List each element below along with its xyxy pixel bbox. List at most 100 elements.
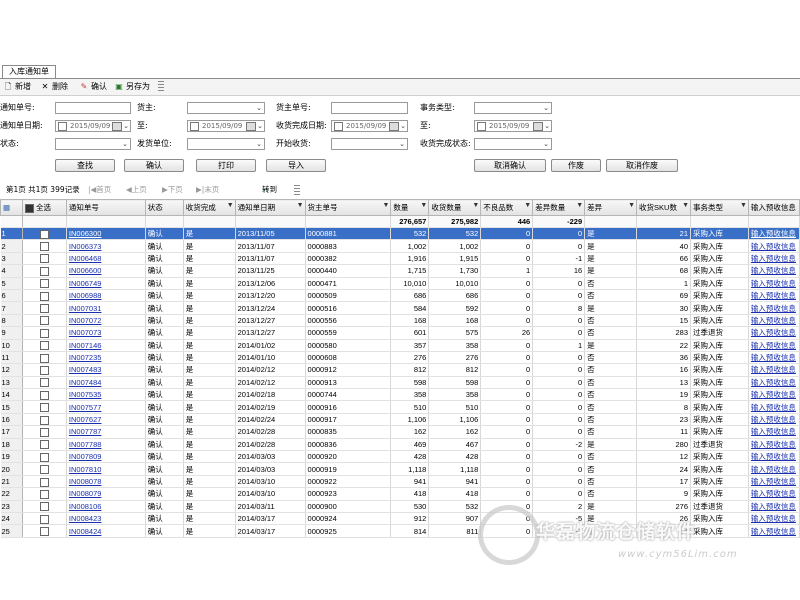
notice-no-link[interactable]: IN008106 bbox=[69, 502, 102, 511]
notice-no-link[interactable]: IN006468 bbox=[69, 254, 102, 263]
row-select-cell[interactable] bbox=[22, 264, 67, 278]
input-prerecv-link[interactable]: 输入预收信息 bbox=[751, 291, 796, 300]
notice-no-link[interactable]: IN007072 bbox=[69, 316, 102, 325]
notice-no-link[interactable]: IN007235 bbox=[69, 353, 102, 362]
row-select-cell[interactable] bbox=[22, 277, 67, 290]
finish-date-from[interactable]: 2015/09/09 ⌄ bbox=[331, 120, 408, 132]
table-row[interactable]: 5 IN006749 确认是 2013/12/06 0000471 10,010 10,01… bbox=[0, 277, 800, 290]
import-button[interactable]: 导入 bbox=[266, 159, 326, 172]
table-row[interactable]: 15 IN007577 确认是 2014/02/19 0000916 510 510 0 0 否 8… bbox=[0, 400, 800, 414]
input-prerecv-link[interactable]: 输入预收信息 bbox=[751, 403, 796, 412]
table-row[interactable]: 21 IN008078 确认是 2014/03/10 0000922 941 941 0 0 否 1… bbox=[0, 475, 800, 489]
search-button[interactable]: 查找 bbox=[55, 159, 115, 172]
delete-button[interactable]: ✕ 删除 bbox=[40, 81, 68, 93]
col-notice-no[interactable]: 通知单号 bbox=[65, 199, 146, 216]
filter-icon[interactable]: ▼ bbox=[227, 202, 234, 209]
row-select-cell[interactable] bbox=[22, 388, 67, 402]
col-diff-qty[interactable]: 差异数量 ▼ bbox=[532, 199, 586, 216]
finish-status-select[interactable]: ⌄ bbox=[474, 138, 552, 150]
start-receive-select[interactable]: ⌄ bbox=[331, 138, 408, 150]
col-diff[interactable]: 差异 ▼ bbox=[584, 199, 638, 216]
cancel-void-button[interactable]: 取消作废 bbox=[606, 159, 678, 172]
owner-select[interactable]: ⌄ bbox=[187, 102, 265, 114]
row-select-cell[interactable] bbox=[22, 400, 67, 414]
row-checkbox[interactable] bbox=[39, 254, 49, 264]
col-recv-done[interactable]: 收货完成 ▼ bbox=[182, 199, 236, 216]
notice-no-link[interactable]: IN008423 bbox=[69, 514, 102, 523]
input-prerecv-link[interactable]: 输入预收信息 bbox=[751, 229, 796, 238]
filter-icon[interactable]: ▼ bbox=[628, 202, 635, 209]
row-select-cell[interactable] bbox=[22, 289, 67, 303]
col-qty[interactable]: 数量 ▼ bbox=[390, 199, 430, 216]
row-select-cell[interactable] bbox=[22, 363, 67, 377]
supplier-select[interactable]: ⌄ bbox=[187, 138, 265, 150]
row-select-cell[interactable] bbox=[22, 475, 67, 489]
row-select-cell[interactable] bbox=[22, 500, 67, 514]
table-row[interactable]: 7 IN007031 确认是 2013/12/24 0000516 584 592 0 8 是 30… bbox=[0, 301, 800, 315]
col-business-type[interactable]: 事务类型 ▼ bbox=[690, 199, 749, 216]
table-row[interactable]: 19 IN007809 确认是 2014/03/03 0000920 428 428 0 0 否 1… bbox=[0, 450, 800, 464]
finish-date-to[interactable]: 2015/09/09 ⌄ bbox=[474, 120, 552, 132]
notice-no-link[interactable]: IN007483 bbox=[69, 365, 102, 374]
input-prerecv-link[interactable]: 输入预收信息 bbox=[751, 415, 796, 424]
notice-no-link[interactable]: IN006600 bbox=[69, 266, 102, 275]
confirm-action-button[interactable]: 确认 bbox=[124, 159, 184, 172]
notice-no-link[interactable]: IN007809 bbox=[69, 452, 102, 461]
input-prerecv-link[interactable]: 输入预收信息 bbox=[751, 328, 796, 337]
input-prerecv-link[interactable]: 输入预收信息 bbox=[751, 304, 796, 313]
row-checkbox[interactable] bbox=[39, 229, 49, 239]
input-prerecv-link[interactable]: 输入预收信息 bbox=[751, 390, 796, 399]
prev-page-button[interactable]: ◀ 上页 bbox=[126, 183, 147, 197]
table-row[interactable]: 22 IN008079 确认是 2014/03/10 0000923 418 418 0 0 否 9… bbox=[0, 487, 800, 501]
row-select-cell[interactable] bbox=[22, 512, 67, 526]
cancel-confirm-button[interactable]: 取消确认 bbox=[474, 159, 546, 172]
date-checkbox[interactable] bbox=[58, 122, 67, 131]
first-page-button[interactable]: |◀ 首页 bbox=[88, 183, 111, 197]
row-select-cell[interactable] bbox=[22, 376, 67, 390]
row-checkbox[interactable] bbox=[39, 242, 49, 252]
input-prerecv-link[interactable]: 输入预收信息 bbox=[751, 378, 796, 387]
notice-date-from[interactable]: 2015/09/09 ⌄ bbox=[55, 120, 131, 132]
notice-no-link[interactable]: IN007073 bbox=[69, 328, 102, 337]
row-select-cell[interactable] bbox=[22, 227, 67, 241]
calendar-icon[interactable] bbox=[389, 122, 399, 131]
void-button[interactable]: 作废 bbox=[551, 159, 601, 172]
table-row[interactable]: 6 IN006988 确认是 2013/12/20 0000509 686 686 0 0 否 69… bbox=[0, 289, 800, 303]
table-row[interactable]: 1 IN006300 确认是 2013/11/05 0000881 532 532 0 0 是 21… bbox=[0, 227, 800, 241]
col-owner-order-no[interactable]: 货主单号 ▼ bbox=[304, 199, 392, 216]
tab-inbound-notice[interactable]: 入库通知单 bbox=[2, 65, 56, 78]
select-all-header[interactable]: 全选 bbox=[21, 199, 67, 216]
notice-no-link[interactable]: IN007031 bbox=[69, 304, 102, 313]
table-row[interactable]: 14 IN007535 确认是 2014/02/18 0000744 358 358 0 0 否 1… bbox=[0, 388, 800, 402]
owner-order-no-input[interactable] bbox=[331, 102, 408, 114]
col-input-prerecv[interactable]: 输入预收信息 bbox=[747, 199, 800, 216]
notice-no-link[interactable]: IN007627 bbox=[69, 415, 102, 424]
notice-no-link[interactable]: IN007535 bbox=[69, 390, 102, 399]
notice-no-link[interactable]: IN007788 bbox=[69, 440, 102, 449]
table-row[interactable]: 24 IN008423 确认是 2014/03/17 0000924 912 907 0 -5 是… bbox=[0, 512, 800, 526]
notice-no-link[interactable]: IN007810 bbox=[69, 465, 102, 474]
row-checkbox[interactable] bbox=[39, 415, 49, 425]
calendar-icon[interactable] bbox=[533, 122, 543, 131]
table-row[interactable]: 8 IN007072 确认是 2013/12/27 0000556 168 168 0 0 否 15… bbox=[0, 314, 800, 328]
input-prerecv-link[interactable]: 输入预收信息 bbox=[751, 427, 796, 436]
table-row[interactable]: 18 IN007788 确认是 2014/02/28 0000836 469 467 0 -2 是… bbox=[0, 438, 800, 452]
notice-no-link[interactable]: IN008078 bbox=[69, 477, 102, 486]
row-select-cell[interactable] bbox=[22, 487, 67, 501]
business-type-select[interactable]: ⌄ bbox=[474, 102, 552, 114]
table-row[interactable]: 17 IN007787 确认是 2014/02/28 0000835 162 162 0 0 否 1… bbox=[0, 425, 800, 439]
row-checkbox[interactable] bbox=[39, 403, 49, 413]
calendar-icon[interactable] bbox=[246, 122, 256, 131]
table-row[interactable]: 9 IN007073 确认是 2013/12/27 0000559 601 575 26 0 否 2… bbox=[0, 326, 800, 340]
row-checkbox[interactable] bbox=[39, 440, 49, 450]
last-page-button[interactable]: ▶| 末页 bbox=[196, 183, 219, 197]
input-prerecv-link[interactable]: 输入预收信息 bbox=[751, 242, 796, 251]
row-checkbox[interactable] bbox=[39, 502, 49, 512]
table-row[interactable]: 20 IN007810 确认是 2014/03/03 0000919 1,118 1,118… bbox=[0, 462, 800, 476]
date-checkbox[interactable] bbox=[190, 122, 199, 131]
row-checkbox[interactable] bbox=[39, 390, 49, 400]
row-select-cell[interactable] bbox=[22, 252, 67, 266]
pager-grip[interactable] bbox=[294, 185, 300, 196]
col-notice-date[interactable]: 通知单日期 ▼ bbox=[234, 199, 306, 216]
new-button[interactable]: 🗋 新增 bbox=[3, 81, 31, 93]
